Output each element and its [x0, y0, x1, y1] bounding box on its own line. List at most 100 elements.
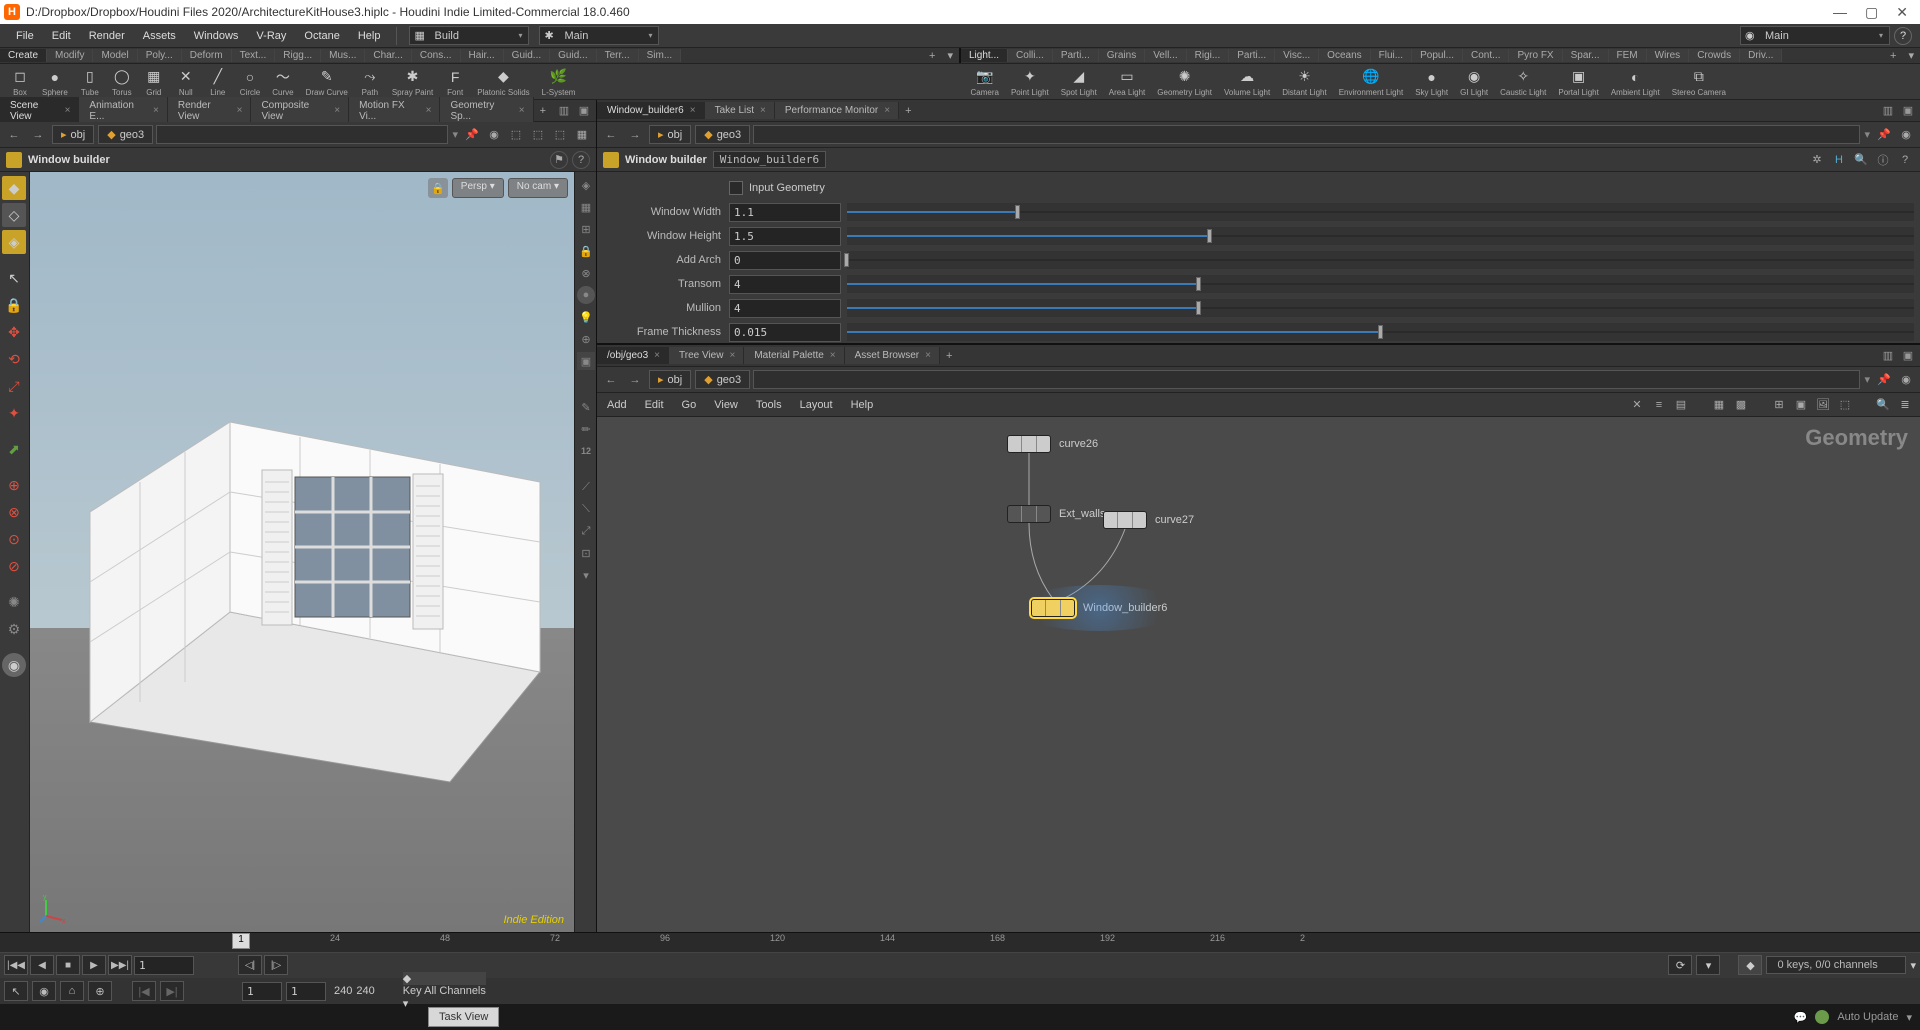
disp-1-icon[interactable]: ◈	[577, 176, 595, 194]
disp-e-icon[interactable]: ▾	[577, 566, 595, 584]
net-grid1-icon[interactable]: ▦	[1710, 396, 1728, 414]
net-tool2-icon[interactable]: ≡	[1650, 396, 1668, 414]
shelf-tab[interactable]: Guid...	[550, 49, 596, 62]
shelf-tool-tube[interactable]: ▯Tube	[74, 64, 106, 99]
net-nav-fwd[interactable]: →	[625, 370, 645, 390]
param-help-icon[interactable]: ?	[1896, 151, 1914, 169]
node-ext_walls[interactable]: Ext_walls	[1007, 505, 1105, 523]
close-icon[interactable]: ×	[65, 105, 71, 116]
close-icon[interactable]: ×	[519, 105, 525, 116]
auto-update-drop[interactable]: ▾	[1906, 1011, 1912, 1024]
shelf-tool-circle[interactable]: ○Circle	[234, 64, 266, 99]
shelf-tool-line[interactable]: ╱Line	[202, 64, 234, 99]
3d-viewport[interactable]: 🔒 Persp ▾ No cam ▾	[30, 172, 574, 932]
pin-icon[interactable]: 📌	[462, 125, 482, 145]
time-ruler[interactable]: 1 24 48 72 96 120 144 168 192 216 2	[0, 933, 1920, 953]
lock-tool-icon[interactable]: 🔒	[2, 293, 26, 317]
range-start-field[interactable]: 1	[242, 982, 282, 1001]
net-pin-icon[interactable]: 📌	[1874, 370, 1894, 390]
param-value-field[interactable]	[729, 251, 841, 270]
shelf-tool-box[interactable]: ◻Box	[4, 64, 36, 99]
snap1-icon[interactable]: ⊕	[2, 473, 26, 497]
net-view2-icon[interactable]: ▣	[1792, 396, 1810, 414]
menu-assets[interactable]: Assets	[135, 27, 184, 45]
param-split-icon[interactable]: ▥	[1880, 103, 1896, 119]
menu-render[interactable]: Render	[81, 27, 133, 45]
shelf-tool-volume-light[interactable]: ☁Volume Light	[1218, 64, 1276, 99]
shelf-tab[interactable]: Oceans	[1319, 49, 1370, 62]
select-tool-icon[interactable]: ↖	[2, 266, 26, 290]
disp-5-icon[interactable]: ⊗	[577, 264, 595, 282]
link-icon[interactable]: ◉	[484, 125, 504, 145]
param-slider[interactable]	[847, 323, 1914, 341]
move-tool-icon[interactable]: ✥	[2, 320, 26, 344]
shelf-tab[interactable]: Light...	[961, 49, 1008, 62]
menu-vray[interactable]: V-Ray	[248, 27, 294, 45]
disp-brush-icon[interactable]: ✎	[577, 398, 595, 416]
shelf-tab[interactable]: Spar...	[1563, 49, 1609, 62]
tool3-icon[interactable]: ⬚	[550, 125, 570, 145]
vp-cam-dropdown[interactable]: No cam ▾	[508, 178, 568, 198]
render2-icon[interactable]: ⚙	[2, 617, 26, 641]
param-value-field[interactable]	[729, 227, 841, 246]
close-icon[interactable]: ×	[760, 105, 766, 116]
radial-menu-selector[interactable]: ◉ Main	[1740, 26, 1890, 45]
shelf-tab[interactable]: Parti...	[1053, 49, 1099, 62]
net-view4-icon[interactable]: ⬚	[1836, 396, 1854, 414]
net-nav-back[interactable]: ←	[601, 370, 621, 390]
param-op-name[interactable]: Window_builder6	[713, 151, 826, 168]
disp-7-icon[interactable]: 💡	[577, 308, 595, 326]
shelf-tool-draw-curve[interactable]: ✎Draw Curve	[300, 64, 354, 99]
keyall-drop-icon[interactable]: ▾	[403, 998, 409, 1010]
gear-icon[interactable]: ✲	[1808, 151, 1826, 169]
context-selector[interactable]: ✱ Main	[539, 26, 659, 45]
shelf-tab[interactable]: Vell...	[1145, 49, 1186, 62]
inspect-icon[interactable]: ◉	[2, 653, 26, 677]
bb-4-icon[interactable]: ⊕	[88, 981, 112, 1001]
param-pin-icon[interactable]: 📌	[1874, 125, 1894, 145]
play-first-button[interactable]: |◀◀	[4, 955, 28, 975]
param-slider[interactable]	[847, 203, 1914, 221]
pane-max-icon[interactable]: ▣	[576, 103, 592, 119]
param-slider[interactable]	[847, 275, 1914, 293]
pane-tab[interactable]: Asset Browser×	[845, 347, 940, 364]
shelf-tool-torus[interactable]: ◯Torus	[106, 64, 138, 99]
path-crumb-geo3[interactable]: ◆geo3	[98, 125, 153, 144]
disp-pen-icon[interactable]: ✏	[577, 420, 595, 438]
minimize-button[interactable]: —	[1833, 4, 1847, 21]
vp-lock-icon[interactable]: 🔒	[428, 178, 448, 198]
shelf-tool-caustic-light[interactable]: ✧Caustic Light	[1494, 64, 1552, 99]
shelf-tab[interactable]: Char...	[365, 49, 411, 62]
bb-1-icon[interactable]: ↖	[4, 981, 28, 1001]
disp-2-icon[interactable]: ▦	[577, 198, 595, 216]
menu-file[interactable]: File	[8, 27, 42, 45]
auto-update-label[interactable]: Auto Update	[1837, 1011, 1898, 1023]
pane-tab[interactable]: Performance Monitor×	[775, 102, 899, 119]
sel-prim-icon[interactable]: ◆	[2, 176, 26, 200]
shelf-tool-ambient-light[interactable]: ◐Ambient Light	[1605, 64, 1666, 99]
chat-icon[interactable]: 💬	[1794, 1011, 1808, 1024]
shelf-tool-grid[interactable]: ▦Grid	[138, 64, 170, 99]
pane-tab[interactable]: Animation E...×	[79, 97, 167, 125]
shelf-tool-null[interactable]: ✕Null	[170, 64, 202, 99]
desktop-selector[interactable]: ▦ Build	[409, 26, 529, 45]
param-nav-fwd[interactable]: →	[625, 125, 645, 145]
shelf-tab[interactable]: Wires	[1647, 49, 1690, 62]
shelf-tool-environment-light[interactable]: 🌐Environment Light	[1333, 64, 1409, 99]
disp-d-icon[interactable]: ⊡	[577, 544, 595, 562]
play-play-button[interactable]: ▶	[82, 955, 106, 975]
disp-3-icon[interactable]: ⊞	[577, 220, 595, 238]
task-view-button[interactable]: Task View	[428, 1007, 499, 1027]
disp-4-icon[interactable]: 🔒	[577, 242, 595, 260]
param-crumb-geo3[interactable]: ◆geo3	[695, 125, 750, 144]
param-slider[interactable]	[847, 227, 1914, 245]
node-curve27[interactable]: curve27	[1103, 511, 1194, 529]
node-curve26[interactable]: curve26	[1007, 435, 1098, 453]
param-value-field[interactable]	[729, 275, 841, 294]
shelf-tab[interactable]: Mus...	[321, 49, 365, 62]
net-tool1-icon[interactable]: ✕	[1628, 396, 1646, 414]
play-stop-button[interactable]: ■	[56, 955, 80, 975]
nav-fwd-icon[interactable]: →	[28, 125, 48, 145]
disp-b-icon[interactable]: ⟍	[577, 500, 595, 518]
shelf-tool-gi-light[interactable]: ◉GI Light	[1454, 64, 1494, 99]
